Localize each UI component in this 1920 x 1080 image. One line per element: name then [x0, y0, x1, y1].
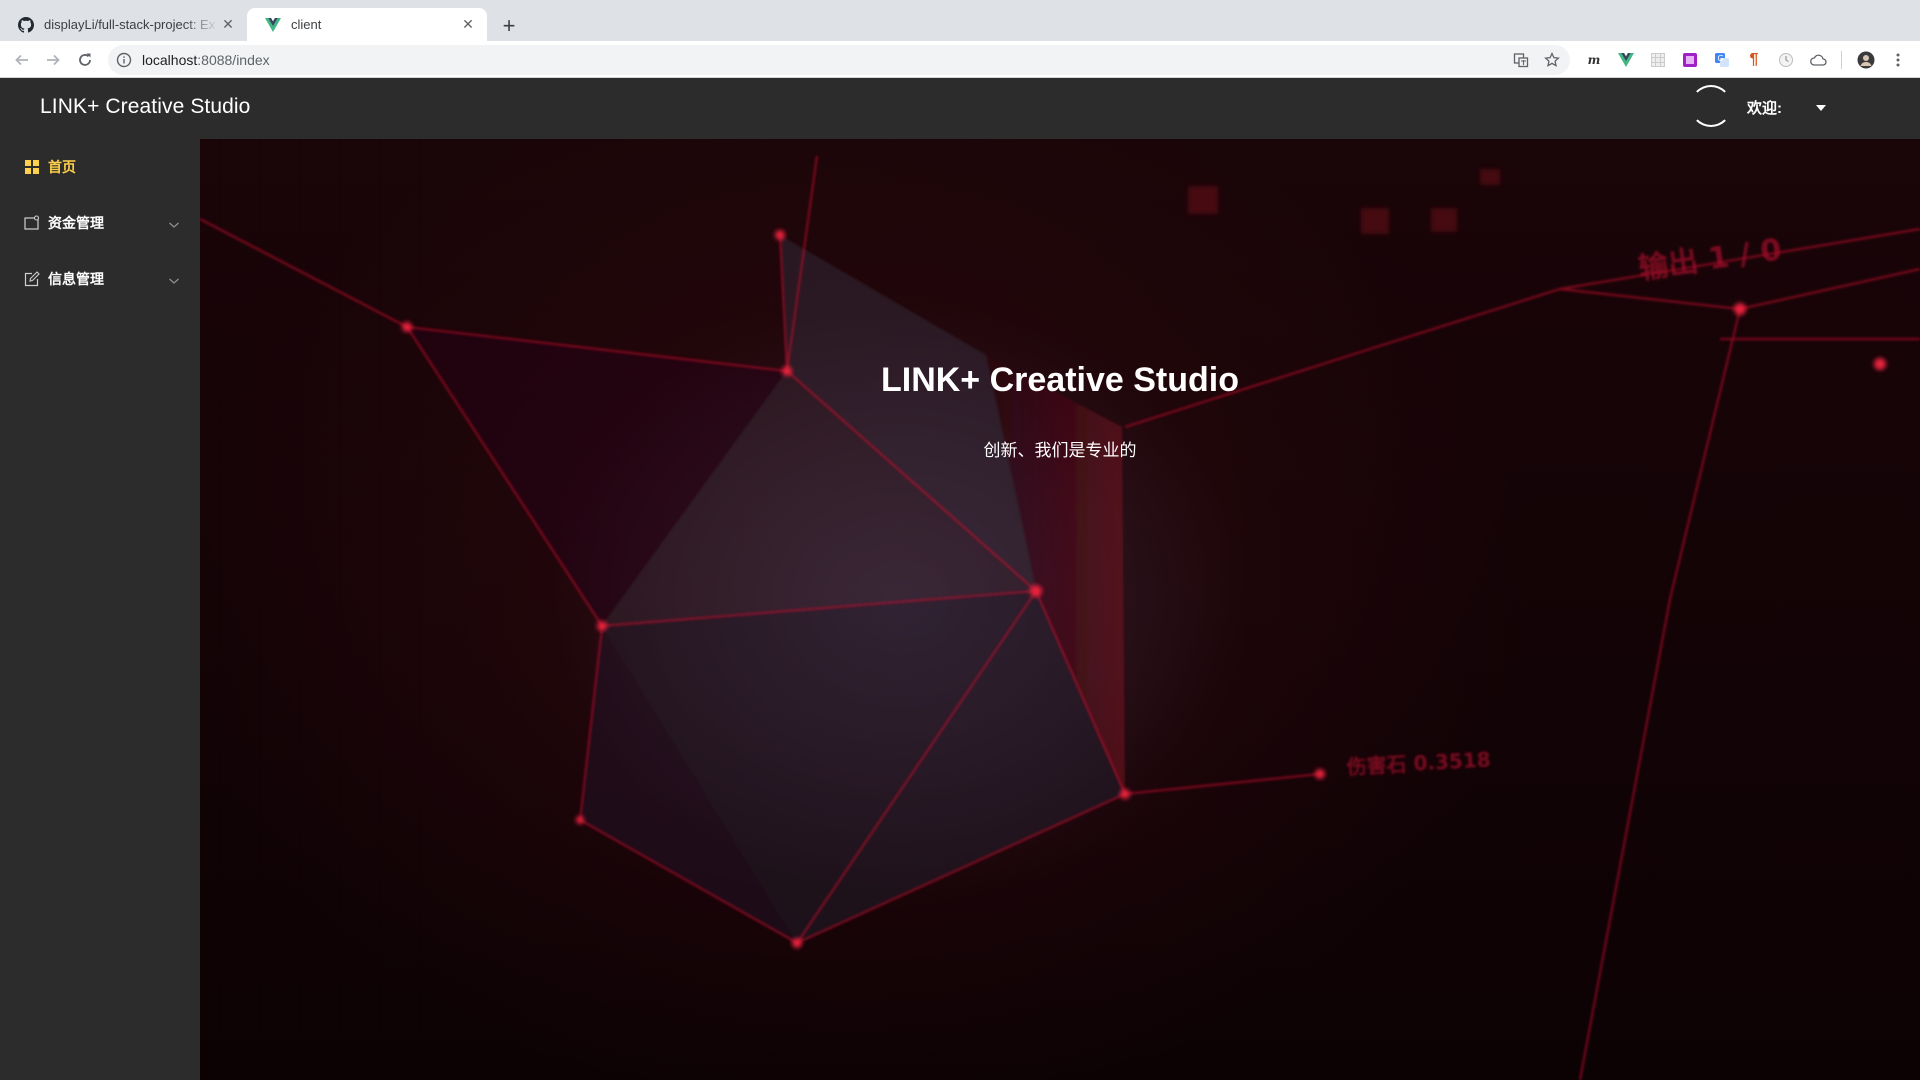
- brand-title: LINK+ Creative Studio: [40, 95, 251, 118]
- sidebar-item-info[interactable]: 信息管理: [0, 251, 200, 307]
- translate-icon[interactable]: [1511, 50, 1531, 70]
- sidebar-item-label: 信息管理: [48, 271, 104, 287]
- url-host: localhost: [142, 52, 198, 68]
- chevron-down-icon: [168, 216, 180, 232]
- user-avatar[interactable]: [1690, 85, 1732, 127]
- new-tab-button[interactable]: +: [496, 13, 522, 39]
- grid-extension-icon[interactable]: [1648, 50, 1668, 70]
- hero-section: 输出 1 / 0 伤害石 0.3518 LINK+ Creative Studi…: [200, 139, 1920, 1080]
- edit-icon: [24, 271, 40, 287]
- vue-devtools-icon[interactable]: [1616, 50, 1636, 70]
- close-icon[interactable]: ✕: [459, 16, 477, 34]
- network-background-graphic: 输出 1 / 0 伤害石 0.3518: [200, 139, 1920, 1080]
- welcome-label[interactable]: 欢迎:: [1747, 97, 1782, 118]
- bg-text-output: 输出 1 / 0: [1636, 232, 1784, 287]
- caret-down-icon[interactable]: [1816, 105, 1826, 111]
- toolbar-divider: [1841, 51, 1842, 69]
- clock-extension-icon[interactable]: [1776, 50, 1796, 70]
- cloud-extension-icon[interactable]: [1808, 50, 1828, 70]
- reload-icon[interactable]: [72, 47, 98, 73]
- url-path: :8088/index: [197, 52, 270, 68]
- hero-title: LINK+ Creative Studio: [880, 361, 1239, 399]
- purple-extension-icon[interactable]: [1680, 50, 1700, 70]
- address-url: localhost:8088/index: [142, 52, 270, 68]
- github-icon: [18, 16, 34, 33]
- menu-kebab-icon[interactable]: [1888, 50, 1908, 70]
- sidebar-item-label: 首页: [48, 159, 76, 175]
- hero-subtitle: 创新、我们是专业的: [983, 441, 1137, 460]
- grid-icon: [24, 159, 40, 175]
- address-bar[interactable]: localhost:8088/index: [108, 45, 1570, 75]
- folder-icon: [24, 215, 40, 231]
- chevron-down-icon: [168, 272, 180, 288]
- bg-text-damage: 伤害石 0.3518: [1345, 747, 1491, 779]
- sidebar: 首页 资金管理 信息管理: [0, 139, 200, 1080]
- back-icon[interactable]: [9, 47, 35, 73]
- browser-tab-strip: displayLi/full-stack-project: Ex ✕ clien…: [0, 0, 1920, 41]
- close-icon[interactable]: ✕: [219, 16, 237, 34]
- sidebar-item-label: 资金管理: [48, 215, 104, 231]
- sidebar-item-funds[interactable]: 资金管理: [0, 195, 200, 251]
- bookmark-star-icon[interactable]: [1542, 50, 1562, 70]
- sidebar-item-home[interactable]: 首页: [0, 139, 200, 195]
- tab-title: displayLi/full-stack-project: Ex: [44, 17, 216, 32]
- tab-title: client: [291, 17, 322, 32]
- info-icon[interactable]: [116, 52, 132, 73]
- google-translate-icon[interactable]: G: [1712, 50, 1732, 70]
- m-extension-icon[interactable]: m: [1584, 50, 1604, 70]
- profile-avatar-icon[interactable]: [1856, 50, 1876, 70]
- svg-text:G: G: [1718, 54, 1724, 63]
- browser-tab-github[interactable]: displayLi/full-stack-project: Ex ✕: [0, 8, 247, 41]
- browser-tab-client[interactable]: client ✕: [247, 8, 487, 41]
- vue-icon: [265, 17, 281, 33]
- app-header: LINK+ Creative Studio 欢迎:: [0, 78, 1920, 139]
- browser-toolbar: localhost:8088/index m G ¶: [0, 41, 1920, 78]
- pilcrow-extension-icon[interactable]: ¶: [1744, 50, 1764, 70]
- forward-icon[interactable]: [40, 47, 66, 73]
